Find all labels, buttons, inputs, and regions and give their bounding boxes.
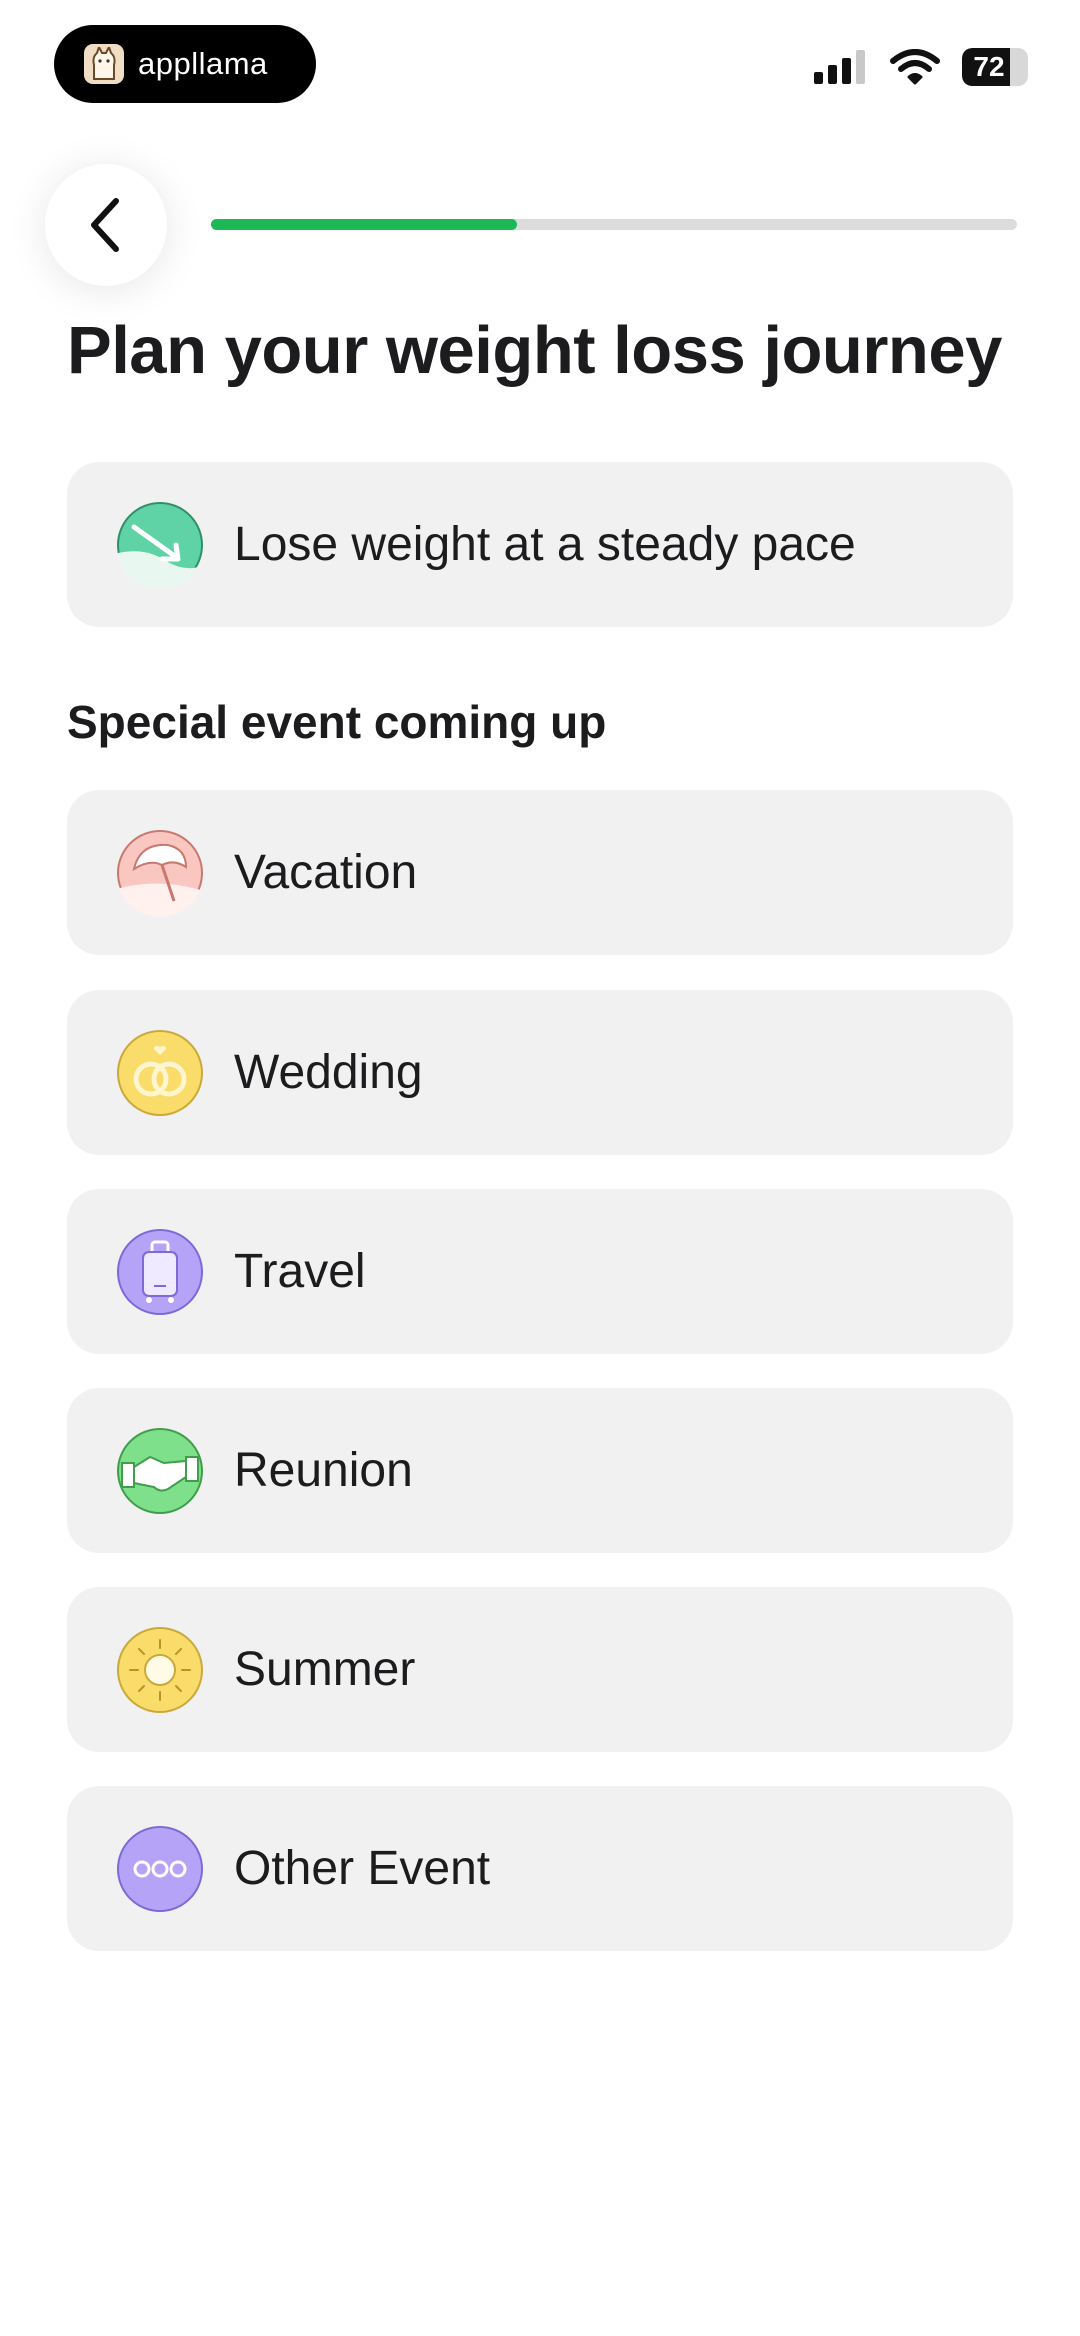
sun-icon — [116, 1626, 204, 1714]
option-label: Vacation — [234, 846, 418, 899]
suitcase-icon — [116, 1228, 204, 1316]
wifi-icon — [890, 49, 940, 85]
option-other-event[interactable]: Other Event — [67, 1786, 1013, 1951]
llama-logo-icon — [84, 44, 124, 84]
app-badge[interactable]: appllama — [54, 25, 316, 103]
onboarding-progress-bar — [211, 219, 1017, 230]
option-travel[interactable]: Travel — [67, 1189, 1013, 1354]
option-label: Reunion — [234, 1444, 413, 1497]
option-steady-pace[interactable]: Lose weight at a steady pace — [67, 462, 1013, 627]
back-button[interactable] — [45, 164, 167, 286]
battery-percent: 72 — [973, 51, 1005, 82]
cellular-signal-icon — [814, 50, 865, 84]
option-label: Summer — [234, 1643, 416, 1696]
option-reunion[interactable]: Reunion — [67, 1388, 1013, 1553]
progress-fill — [211, 219, 518, 230]
page-title: Plan your weight loss journey — [67, 313, 1002, 388]
option-label: Lose weight at a steady pace — [234, 518, 856, 571]
umbrella-icon — [116, 829, 204, 917]
option-wedding[interactable]: Wedding — [67, 990, 1013, 1155]
more-icon — [116, 1825, 204, 1913]
option-label: Travel — [234, 1245, 366, 1298]
handshake-icon — [116, 1427, 204, 1515]
battery-indicator: 72 — [962, 48, 1028, 86]
option-label: Wedding — [234, 1046, 423, 1099]
status-bar: appllama 72 — [0, 0, 1080, 110]
option-label: Other Event — [234, 1842, 491, 1895]
option-vacation[interactable]: Vacation — [67, 790, 1013, 955]
trend-down-icon — [116, 501, 204, 589]
rings-icon — [116, 1029, 204, 1117]
chevron-left-icon — [91, 198, 119, 252]
option-summer[interactable]: Summer — [67, 1587, 1013, 1752]
section-title: Special event coming up — [67, 696, 607, 748]
app-name: appllama — [138, 46, 268, 81]
